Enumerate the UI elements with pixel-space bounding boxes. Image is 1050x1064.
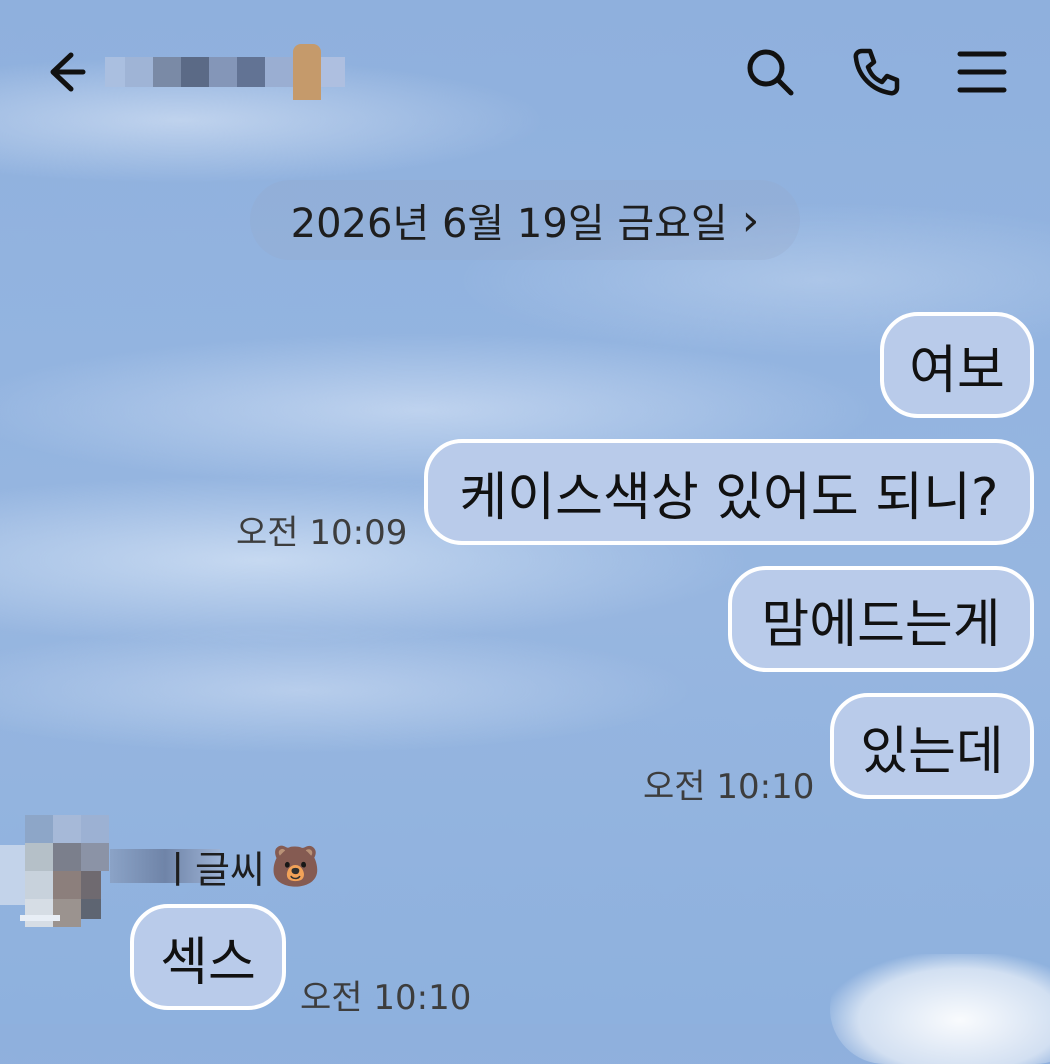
header-actions bbox=[742, 44, 1010, 100]
contact-name-blurred bbox=[105, 42, 345, 102]
message-time: 오전 10:10 bbox=[643, 767, 815, 807]
menu-button[interactable] bbox=[954, 44, 1010, 100]
chevron-right-icon: › bbox=[741, 194, 760, 246]
search-button[interactable] bbox=[742, 44, 798, 100]
message-time: 오전 10:10 bbox=[300, 978, 472, 1018]
message-time: 오전 10:09 bbox=[236, 513, 408, 553]
background-cloud bbox=[830, 954, 1050, 1064]
date-label: 2026년 6월 19일 금요일 bbox=[290, 201, 728, 247]
arrow-left-icon bbox=[50, 52, 86, 92]
message-bubble-sent[interactable]: 케이스색상 있어도 되니? bbox=[424, 439, 1034, 545]
phone-icon bbox=[853, 48, 900, 96]
contact-name[interactable] bbox=[105, 42, 385, 102]
message-text: 섹스 bbox=[160, 932, 256, 993]
back-button[interactable] bbox=[38, 44, 94, 100]
date-separator[interactable]: 2026년 6월 19일 금요일 › bbox=[250, 180, 800, 260]
chat-header bbox=[0, 0, 1050, 150]
message-text: 여보 bbox=[909, 340, 1005, 401]
message-text: 케이스색상 있어도 되니? bbox=[459, 467, 999, 528]
message-text: 있는데 bbox=[860, 721, 1004, 782]
message-bubble-sent[interactable]: 맘에드는게 bbox=[728, 566, 1034, 672]
avatar[interactable] bbox=[0, 815, 110, 930]
sender-name[interactable]: ㅣ글씨 🐻 bbox=[110, 836, 321, 896]
menu-icon bbox=[957, 51, 1007, 93]
message-bubble-received[interactable]: 섹스 bbox=[130, 904, 286, 1010]
message-bubble-sent[interactable]: 있는데 bbox=[830, 693, 1034, 799]
bear-emoji-icon: 🐻 bbox=[270, 843, 321, 890]
search-icon bbox=[747, 49, 794, 96]
message-text: 맘에드는게 bbox=[761, 594, 1001, 655]
message-bubble-sent[interactable]: 여보 bbox=[880, 312, 1034, 418]
avatar-blurred bbox=[0, 815, 109, 927]
sender-name-text: ㅣ글씨 bbox=[160, 847, 265, 892]
call-button[interactable] bbox=[848, 44, 904, 100]
